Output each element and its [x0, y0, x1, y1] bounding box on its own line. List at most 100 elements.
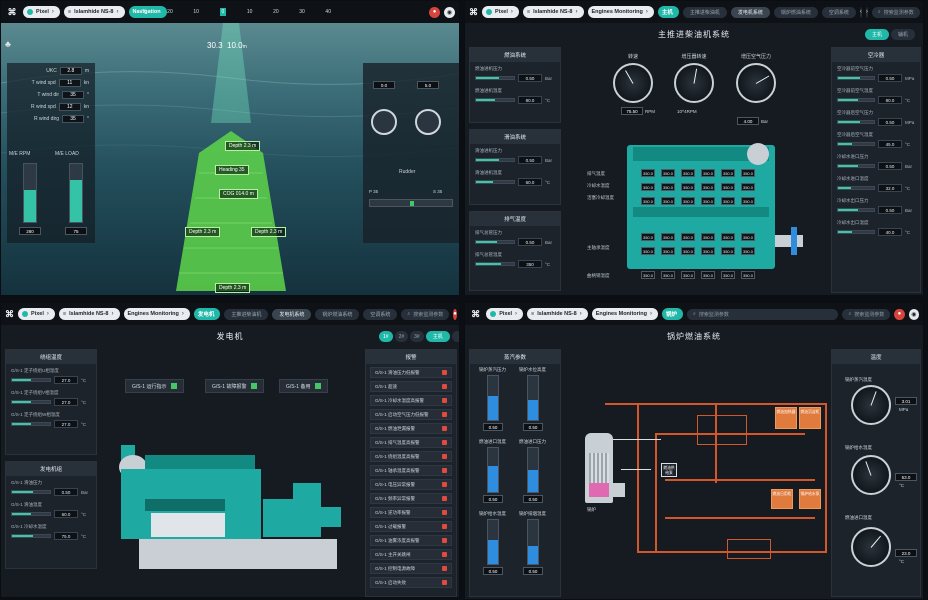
- meter: 燃油进机温度 80.0 °C: [475, 88, 551, 104]
- unit-2-button[interactable]: 2#: [394, 331, 409, 342]
- compass-tick: 10: [246, 9, 253, 15]
- fuel-supply-pump-box[interactable]: 燃油供给泵: [661, 463, 677, 477]
- generator-view: ⌘ Pixel › ≡ Islamhide NS-8 › Engines Monito…: [0, 302, 460, 598]
- alarm-item[interactable]: G/S-1 排气温度高报警: [370, 437, 452, 448]
- chevron-right-icon[interactable]: ›: [865, 6, 868, 18]
- alarm-item[interactable]: G/S-1 滑油压力低报警: [370, 367, 452, 378]
- breadcrumb-pixel[interactable]: Pixel ›: [18, 308, 55, 320]
- breadcrumb-sub[interactable]: 发电机: [193, 308, 221, 320]
- exhaust-panel: 排气温度 排气总管压力 0.50 Bar 排气总管温度 350 °C: [469, 211, 561, 291]
- user-icon[interactable]: ◉: [908, 308, 919, 320]
- aux-toggle-button[interactable]: 辅机: [890, 29, 915, 40]
- unit-1-button[interactable]: 1#: [379, 331, 393, 342]
- cyl-cell: 350.0: [721, 183, 735, 191]
- boiler-label: 锅炉: [587, 507, 596, 512]
- bearing-cell: 350.0: [701, 233, 715, 241]
- propeller-shaft: [791, 227, 797, 255]
- main-toggle-button[interactable]: 主机: [864, 29, 889, 40]
- settling-tank-box[interactable]: 燃油沉淀柜: [799, 407, 821, 429]
- alarm-item[interactable]: G/S-1 频率异常报警: [370, 493, 452, 504]
- app-logo[interactable]: ⌘: [5, 308, 14, 320]
- tab-2[interactable]: 锅炉燃油系统: [315, 308, 360, 320]
- fuel-heater-box[interactable]: 燃油加热器: [775, 407, 797, 429]
- aux-toggle-button[interactable]: 辅机: [451, 331, 459, 342]
- status-run[interactable]: G/S-1 运行指示: [125, 379, 185, 393]
- tank-gauge: 锅炉给水温度 0.50: [479, 511, 506, 575]
- breadcrumb-pixel[interactable]: Pixel ›: [486, 308, 524, 320]
- breadcrumb-ship[interactable]: ≡ Islamhide NS-8 ›: [527, 308, 588, 320]
- status-standby[interactable]: G/S-1 备用: [279, 379, 329, 393]
- status-led: [251, 383, 258, 389]
- compass-tick: 0: [219, 8, 227, 16]
- ship-tag-cog: COG 014.0 m: [219, 189, 258, 199]
- bell-icon[interactable]: ●: [894, 308, 905, 320]
- service-tank-box[interactable]: 燃油日用柜: [771, 489, 793, 509]
- alarm-item[interactable]: G/S-1 冷却水温度高报警: [370, 395, 452, 406]
- winding-temp-panel: 绕组温度 G/S-1 定子绕组U相温度 27.0 °C G/S-1 定子绕组V相温度…: [5, 349, 97, 455]
- meter: 冷却水出口压力 0.50 Bar: [837, 198, 913, 214]
- cyl-cell: 350.0: [641, 183, 655, 191]
- app-logo[interactable]: ⌘: [5, 6, 19, 18]
- alarm-item[interactable]: G/S-1 控制电源故障: [370, 563, 452, 574]
- pixel-dot-icon: [27, 9, 33, 15]
- breadcrumb-pixel[interactable]: Pixel ›: [482, 6, 519, 18]
- chevron-left-icon[interactable]: ‹: [859, 6, 862, 18]
- alarm-item[interactable]: G/S-1 过载报警: [370, 521, 452, 532]
- tab-2[interactable]: 锅炉燃油系统: [773, 6, 818, 18]
- compass-tick: 30: [141, 9, 147, 15]
- bearing-cell: 350.0: [701, 247, 715, 255]
- feed-pump-box[interactable]: 锅炉给水泵: [799, 489, 821, 509]
- app-logo[interactable]: ⌘: [469, 308, 482, 320]
- user-icon[interactable]: ◉: [444, 6, 455, 18]
- bell-icon[interactable]: ●: [453, 308, 457, 320]
- gauge-title: 增压器转速: [681, 54, 707, 60]
- cyl-cell: 350.0: [641, 197, 655, 205]
- lube-system-panel: 滑油系统 滑油进机压力 0.50 Bar 滑油进机温度 60.0 °C: [469, 129, 561, 205]
- stat-row: R wind spd 12 kn: [30, 103, 89, 111]
- tab-3[interactable]: 空调系统: [821, 6, 856, 18]
- alarm-item[interactable]: G/S-1 主开关跳闸: [370, 549, 452, 560]
- stat-row: R wind dirg 35 °: [33, 115, 89, 123]
- layers-icon[interactable]: ♣: [5, 39, 11, 49]
- top-bar: ⌘ Pixel › ≡ Islamhide NS-8 › Engines Monito…: [465, 1, 923, 23]
- meter: G/S-1 滑油压力 0.50 Bar: [11, 480, 89, 496]
- alarm-item[interactable]: G/S-1 油雾浓度高报警: [370, 535, 452, 546]
- app-logo[interactable]: ⌘: [469, 6, 478, 18]
- alarm-item[interactable]: G/S-1 超速: [370, 381, 452, 392]
- breadcrumb-sub[interactable]: 锅炉: [662, 308, 684, 320]
- alarm-item[interactable]: G/S-1 启动失败: [370, 577, 452, 588]
- tab-3[interactable]: 空调系统: [363, 308, 398, 320]
- bell-icon[interactable]: ●: [429, 6, 440, 18]
- main-toggle-button[interactable]: 主机: [425, 331, 450, 342]
- unit-3-button[interactable]: 3#: [410, 331, 424, 342]
- ship-tag-depth-stbd: Depth 2.3 m: [251, 227, 287, 237]
- alarm-item[interactable]: G/S-1 电压异常报警: [370, 479, 452, 490]
- alarm-item[interactable]: G/S-1 轴承温度高报警: [370, 465, 452, 476]
- bearing-cell: 350.0: [661, 233, 675, 241]
- rpm-load-panel: M/E RPM M/E LOAD 280 75: [9, 151, 95, 241]
- tab-0[interactable]: 主推进柴油机: [224, 308, 269, 320]
- search-input[interactable]: ⌕ 搜索监测参数: [401, 308, 450, 320]
- breadcrumb-page[interactable]: Engines Monitoring ›: [591, 308, 659, 320]
- tab-1[interactable]: 发电机系统: [730, 6, 770, 18]
- ship-icon: ≡: [62, 311, 67, 317]
- alarm-indicator: [442, 384, 447, 389]
- unit-selector: 1# 2# 3# 主机 辅机: [379, 331, 459, 342]
- search-input-main[interactable]: ⌕ 搜索监测参数: [687, 308, 839, 320]
- tab-1[interactable]: 发电机系统: [272, 308, 312, 320]
- breadcrumb-pixel[interactable]: Pixel ›: [23, 6, 60, 18]
- alarm-item[interactable]: G/S-1 逆功率报警: [370, 507, 452, 518]
- search-input[interactable]: ⌕ 搜索监测参数: [871, 6, 920, 18]
- breadcrumb-page[interactable]: Engines Monitoring ›: [123, 308, 190, 320]
- alarm-item[interactable]: G/S-1 燃油泄漏报警: [370, 423, 452, 434]
- search-input[interactable]: ⌕ 搜索监测参数: [842, 308, 891, 320]
- alarm-item[interactable]: G/S-1 启动空气压力低报警: [370, 409, 452, 420]
- breadcrumb-ship[interactable]: ≡ Islamhide NS-8 ›: [522, 6, 584, 18]
- tab-0[interactable]: 主推进柴油机: [682, 6, 727, 18]
- status-fault[interactable]: G/S-1 故障报警: [205, 379, 265, 393]
- breadcrumb-page[interactable]: Engines Monitoring ›: [587, 6, 654, 18]
- breadcrumb-ship[interactable]: ≡ Islamhide NS-8 ›: [63, 6, 125, 18]
- breadcrumb-sub[interactable]: 主机: [657, 6, 679, 18]
- breadcrumb-ship[interactable]: ≡ Islamhide NS-8 ›: [58, 308, 120, 320]
- alarm-item[interactable]: G/S-1 绕组温度高报警: [370, 451, 452, 462]
